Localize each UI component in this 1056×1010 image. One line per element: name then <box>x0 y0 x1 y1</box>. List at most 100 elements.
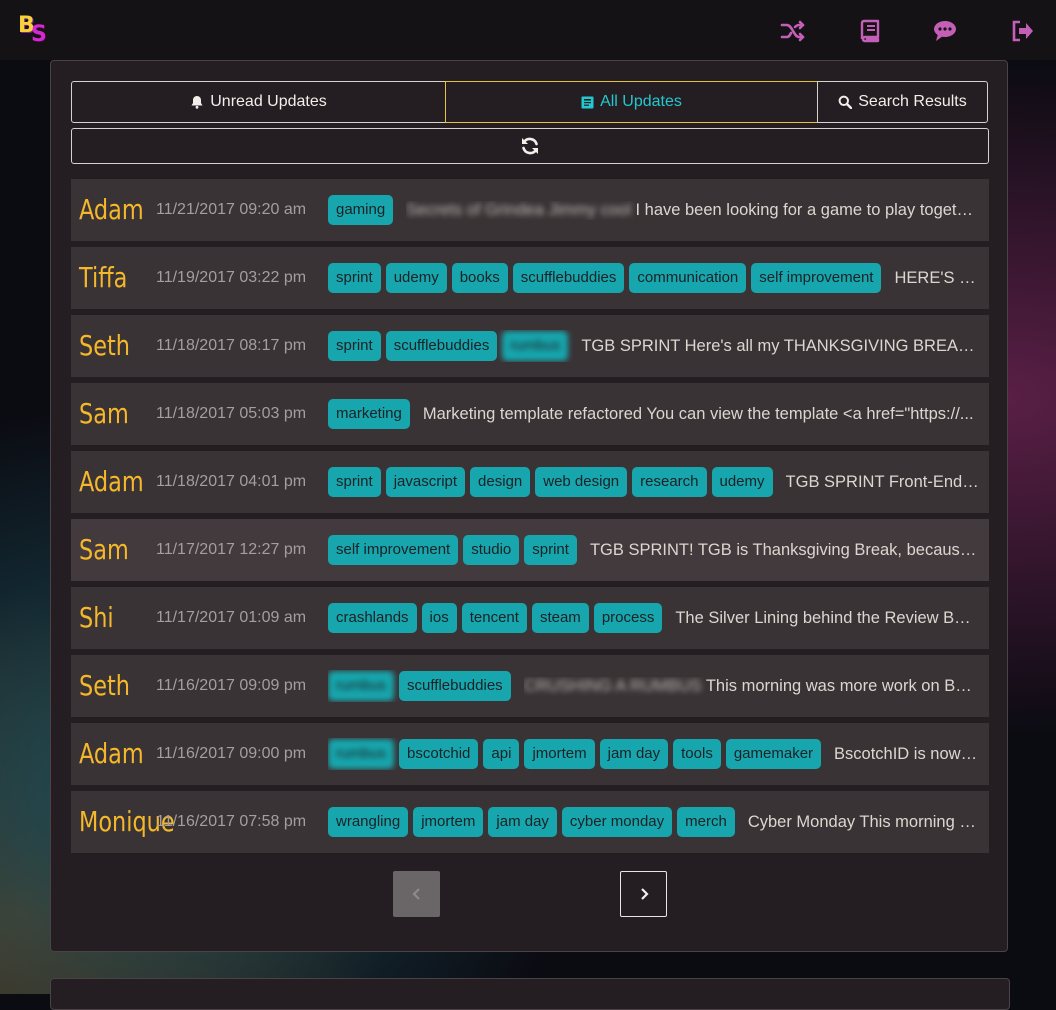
tag-chip[interactable]: scufflebuddies <box>385 331 498 361</box>
update-message[interactable]: CRUSHING A RUMBUS This morning was more … <box>524 677 979 696</box>
tag-chip[interactable]: ios <box>421 603 457 633</box>
message-text: I have been looking for a game to play t… <box>635 200 979 219</box>
update-username[interactable]: Seth <box>79 655 130 717</box>
update-message[interactable]: The Silver Lining behind the Review Bomb <box>675 609 979 628</box>
tag-chip[interactable]: gaming <box>328 195 394 225</box>
prev-page-button[interactable] <box>393 871 440 917</box>
tag-chip[interactable]: design <box>470 467 531 497</box>
tag-chip[interactable]: tencent <box>461 603 527 633</box>
tag-chip-blurred[interactable]: rumbus <box>328 671 395 701</box>
update-row[interactable]: Seth 11/16/2017 09:09 pm rumbus scuffleb… <box>71 655 989 717</box>
book-icon[interactable] <box>857 18 883 44</box>
update-row[interactable]: Adam 11/16/2017 09:00 pm rumbus bscotchi… <box>71 723 989 785</box>
tag-chip[interactable]: self improvement <box>328 535 459 565</box>
tag-chip[interactable]: jmortem <box>413 807 484 837</box>
tag-chip[interactable]: javascript <box>385 467 466 497</box>
update-content: crashlands ios tencent steam process The… <box>328 602 979 634</box>
blurred-title: CRUSHING A RUMBUS <box>523 676 702 695</box>
tag-chip[interactable]: books <box>451 263 508 293</box>
updates-tabs: Unread Updates All Updates Search Result… <box>71 81 989 123</box>
tag-chip[interactable]: self improvement <box>751 263 882 293</box>
update-username[interactable]: Sam <box>79 519 129 581</box>
update-row[interactable]: Monique 11/16/2017 07:58 pm wrangling jm… <box>71 791 989 853</box>
update-content: wrangling jmortem jam day cyber monday m… <box>328 806 979 838</box>
tag-chip[interactable]: process <box>593 603 663 633</box>
update-message[interactable]: TGB SPRINT! TGB is Thanksgiving Break, b… <box>590 541 979 560</box>
update-message[interactable]: BscotchID is now live <box>834 745 979 764</box>
tag-chip[interactable]: merch <box>677 807 735 837</box>
logo-letter-s: S <box>31 22 47 47</box>
tag-chip[interactable]: api <box>483 739 520 769</box>
tag-chip[interactable]: gamemaker <box>725 739 822 769</box>
update-username[interactable]: Adam <box>79 451 144 513</box>
tag-chip[interactable]: sprint <box>328 331 381 361</box>
chat-icon[interactable] <box>932 18 958 44</box>
tag-chip[interactable]: udemy <box>711 467 773 497</box>
update-date: 11/16/2017 09:00 pm <box>156 745 307 762</box>
update-username[interactable]: Seth <box>79 315 130 377</box>
tag-chip[interactable]: cyber monday <box>561 807 673 837</box>
update-username[interactable]: Sam <box>79 383 129 445</box>
update-message[interactable]: TGB SPRINT Here's all my THANKSGIVING BR… <box>581 337 979 356</box>
tag-chip[interactable]: udemy <box>385 263 447 293</box>
tag-chip[interactable]: web design <box>535 467 628 497</box>
update-message[interactable]: Marketing template refactored You can vi… <box>423 405 979 424</box>
update-content: rumbus scufflebuddies CRUSHING A RUMBUS … <box>328 670 979 702</box>
tab-search-results[interactable]: Search Results <box>817 81 988 123</box>
logout-icon[interactable] <box>1010 18 1036 44</box>
tag-chip[interactable]: sprint <box>328 467 381 497</box>
update-row[interactable]: Sam 11/17/2017 12:27 pm self improvement… <box>71 519 989 581</box>
tag-chip[interactable]: communication <box>629 263 747 293</box>
update-username[interactable]: Tiffa <box>79 247 127 309</box>
blurred-title: Secrets of Grindea Jimmy cool <box>406 200 631 219</box>
tab-all-updates[interactable]: All Updates <box>445 81 818 123</box>
tag-chip[interactable]: scufflebuddies <box>399 671 511 701</box>
tag-chip[interactable]: wrangling <box>328 807 409 837</box>
update-date: 11/18/2017 04:01 pm <box>156 473 307 490</box>
update-row[interactable]: Tiffa 11/19/2017 03:22 pm sprint udemy b… <box>71 247 989 309</box>
tag-chip[interactable]: sprint <box>524 535 577 565</box>
refresh-button[interactable] <box>71 128 989 164</box>
next-page-button[interactable] <box>620 871 667 917</box>
update-row[interactable]: Adam 11/18/2017 04:01 pm sprint javascri… <box>71 451 989 513</box>
tag-chip[interactable]: tools <box>673 739 721 769</box>
tag-chip[interactable]: jam day <box>599 739 669 769</box>
tab-label: All Updates <box>600 93 682 110</box>
update-date: 11/18/2017 08:17 pm <box>156 337 307 354</box>
update-username[interactable]: Adam <box>79 179 144 241</box>
tag-chip[interactable]: crashlands <box>328 603 417 633</box>
tag-chip[interactable]: studio <box>463 535 520 565</box>
tag-chip[interactable]: bscotchid <box>399 739 479 769</box>
tag-chip[interactable]: scufflebuddies <box>512 263 625 293</box>
update-row[interactable]: Seth 11/18/2017 08:17 pm sprint scuffleb… <box>71 315 989 377</box>
tag-chip-blurred[interactable]: rumbus <box>328 739 395 769</box>
update-username[interactable]: Adam <box>79 723 144 785</box>
shuffle-icon[interactable] <box>780 18 806 44</box>
update-content: rumbus bscotchid api jmortem jam day too… <box>328 738 979 770</box>
chevron-left-icon <box>411 888 420 900</box>
tag-chip[interactable]: jmortem <box>524 739 595 769</box>
update-username[interactable]: Shi <box>79 587 114 649</box>
update-content: sprint scufflebuddies rumbus TGB SPRINT … <box>328 330 979 362</box>
update-message[interactable]: Cyber Monday This morning I worked on me… <box>748 813 979 832</box>
tag-chip[interactable]: marketing <box>328 399 410 429</box>
tab-label: Unread Updates <box>210 93 327 110</box>
update-message[interactable]: HERE'S MY SPRINT UPDATE <box>894 269 979 288</box>
refresh-icon <box>522 137 538 155</box>
tag-chip[interactable]: research <box>632 467 707 497</box>
app-logo[interactable]: B S <box>16 13 50 47</box>
updates-list: Adam 11/21/2017 09:20 am gaming Secrets … <box>71 179 989 859</box>
update-row[interactable]: Shi 11/17/2017 01:09 am crashlands ios t… <box>71 587 989 649</box>
update-row[interactable]: Sam 11/18/2017 05:03 pm marketing Market… <box>71 383 989 445</box>
tab-unread-updates[interactable]: Unread Updates <box>71 81 446 123</box>
update-date: 11/19/2017 03:22 pm <box>156 269 307 286</box>
update-row[interactable]: Adam 11/21/2017 09:20 am gaming Secrets … <box>71 179 989 241</box>
tag-chip[interactable]: jam day <box>488 807 557 837</box>
tag-chip-blurred[interactable]: rumbus <box>502 331 569 361</box>
tag-chip[interactable]: sprint <box>328 263 381 293</box>
tag-chip[interactable]: steam <box>531 603 589 633</box>
update-date: 11/16/2017 07:58 pm <box>156 813 307 830</box>
update-content: sprint udemy books scufflebuddies commun… <box>328 262 979 294</box>
update-message[interactable]: TGB SPRINT Front-End Development <box>786 473 979 492</box>
update-message[interactable]: Secrets of Grindea Jimmy cool I have bee… <box>406 201 979 220</box>
